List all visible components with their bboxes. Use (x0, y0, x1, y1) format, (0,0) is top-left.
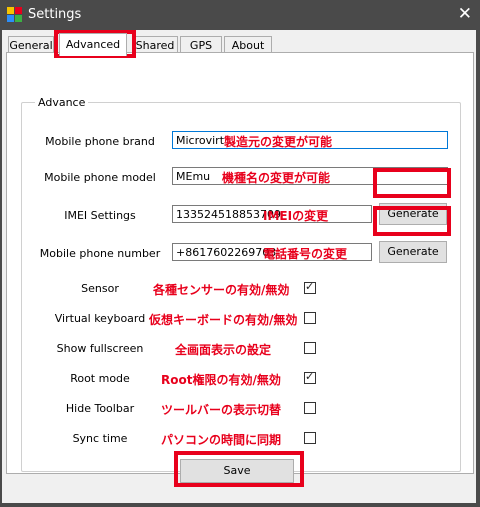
sensor-note: 各種センサーの有効/無効 (153, 283, 290, 297)
show-fullscreen-note: 全画面表示の設定 (175, 343, 272, 357)
dialog-body: General Advanced Shared GPS About Advanc… (2, 30, 476, 503)
imei-label: IMEI Settings (64, 209, 136, 222)
number-label: Mobile phone number (39, 247, 161, 260)
sync-time-label: Sync time (72, 432, 128, 445)
show-fullscreen-checkbox[interactable] (304, 342, 316, 354)
show-fullscreen-label: Show fullscreen (56, 342, 144, 355)
root-mode-note: Root権限の有効/無効 (161, 373, 281, 387)
sensor-checkbox[interactable] (304, 280, 316, 294)
group-label: Advance (35, 96, 89, 109)
hide-toolbar-note: ツールバーの表示切替 (161, 403, 282, 417)
root-mode-checkbox[interactable] (304, 370, 316, 384)
save-button[interactable]: Save (180, 459, 294, 483)
hide-toolbar-checkbox[interactable] (304, 402, 316, 414)
sync-time-note: パソコンの時間に同期 (161, 433, 282, 447)
brand-value: Microvirt (176, 134, 225, 147)
model-label: Mobile phone model (44, 171, 156, 184)
sync-time-checkbox[interactable] (304, 432, 316, 444)
number-note: 電話番号の変更 (263, 247, 348, 261)
app-logo-icon (7, 7, 22, 22)
root-mode-label: Root mode (70, 372, 130, 385)
brand-note: 製造元の変更が可能 (224, 135, 333, 149)
close-icon[interactable]: ✕ (458, 4, 472, 24)
number-generate-button[interactable]: Generate (379, 241, 447, 263)
settings-window: Settings ✕ General Advanced Shared GPS A… (0, 0, 480, 507)
imei-generate-button[interactable]: Generate (379, 203, 447, 225)
brand-label: Mobile phone brand (45, 135, 155, 148)
model-value: MEmu (176, 170, 211, 183)
number-value: +8617602269703 (176, 246, 277, 259)
virtual-keyboard-checkbox[interactable] (304, 312, 316, 324)
title-bar: Settings ✕ (0, 0, 480, 30)
virtual-keyboard-note: 仮想キーボードの有効/無効 (149, 313, 298, 327)
imei-note: IMEIの変更 (263, 209, 329, 223)
advanced-tab-panel: Advance Mobile phone brand Microvirt 製造元… (6, 52, 474, 474)
window-title: Settings (28, 7, 82, 22)
hide-toolbar-label: Hide Toolbar (65, 402, 135, 415)
tab-advanced[interactable]: Advanced (59, 33, 127, 56)
model-note: 機種名の変更が可能 (222, 171, 331, 185)
